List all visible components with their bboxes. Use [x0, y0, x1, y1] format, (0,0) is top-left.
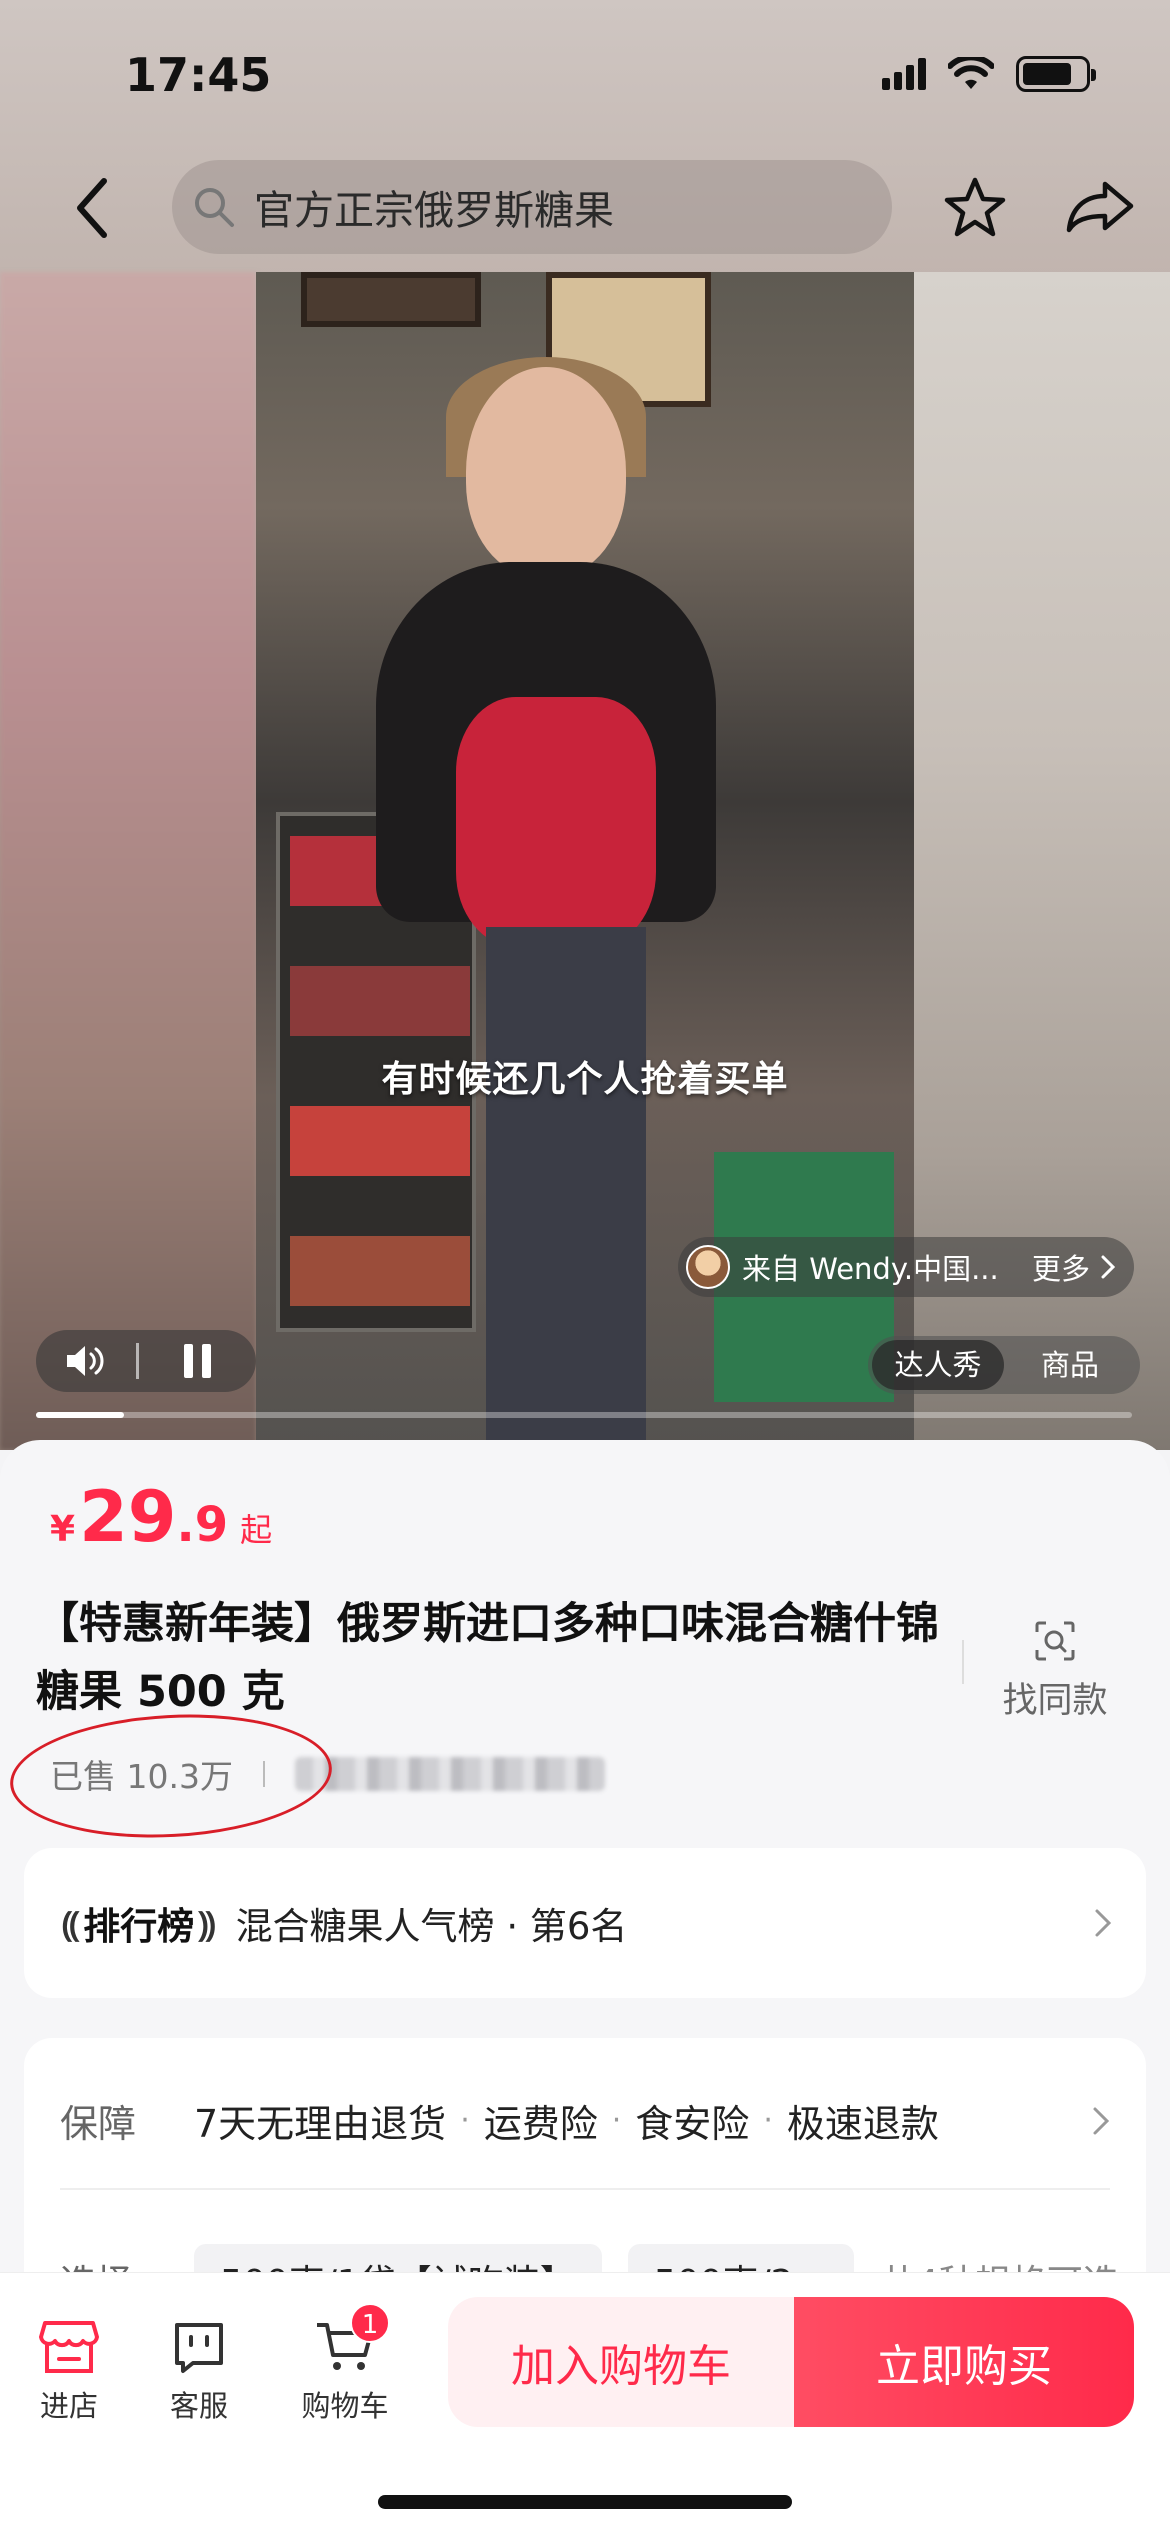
guarantee-item: 极速退款 — [786, 2102, 939, 2146]
store-icon — [39, 2321, 99, 2373]
scan-icon — [1035, 1621, 1075, 1661]
cart-button[interactable]: 1 购物车 — [290, 2303, 400, 2425]
store-button[interactable]: 进店 — [14, 2317, 124, 2425]
star-icon — [944, 177, 1006, 237]
guarantee-item: 运费险 — [483, 2102, 598, 2146]
tab-product[interactable]: 商品 — [1004, 1340, 1136, 1390]
source-creator-chip[interactable]: 来自 Wendy.中国... 更多 — [678, 1237, 1134, 1297]
status-time: 17:45 — [125, 48, 272, 102]
annotation-circle — [7, 1706, 335, 1846]
laurel-left-icon: ⸨ — [62, 1905, 80, 1945]
search-placeholder: 官方正宗俄罗斯糖果 — [254, 188, 614, 234]
redacted-info — [294, 1757, 605, 1791]
product-title: 【特惠新年装】俄罗斯进口多种口味混合糖什锦糖果 500 克 — [36, 1599, 939, 1717]
ranking-card[interactable]: ⸨ 排行榜 ⸩ 混合糖果人气榜 · 第6名 — [24, 1848, 1146, 1998]
media-blur-left — [0, 272, 256, 1450]
source-creator-label: 来自 Wendy.中国... — [742, 1252, 999, 1286]
wifi-icon — [948, 57, 994, 89]
top-nav: 官方正宗俄罗斯糖果 — [0, 155, 1170, 265]
ranking-text: 混合糖果人气榜 · 第6名 — [235, 1905, 628, 1948]
speaker-icon — [67, 1346, 104, 1376]
buy-now-button[interactable]: 立即购买 — [794, 2297, 1134, 2427]
chat-service-icon — [175, 2323, 223, 2373]
video-presenter — [376, 357, 716, 1450]
video-subtitle: 有时候还几个人抢着买单 — [381, 1059, 789, 1100]
chevron-right-icon — [1093, 2107, 1110, 2134]
video-controls — [36, 1330, 256, 1392]
search-input[interactable]: 官方正宗俄罗斯糖果 — [172, 160, 892, 254]
search-icon — [195, 188, 234, 227]
favorite-button[interactable] — [935, 167, 1015, 247]
guarantee-row[interactable]: 保障 7天无理由退货 · 运费险 · 食安险 · 极速退款 — [60, 2093, 1110, 2148]
cellular-signal-icon — [882, 58, 926, 90]
creator-avatar — [686, 1245, 730, 1289]
home-indicator — [378, 2495, 792, 2509]
customer-service-button[interactable]: 客服 — [144, 2317, 254, 2425]
pause-button[interactable] — [139, 1344, 256, 1378]
status-bar: 17:45 — [0, 0, 1170, 150]
media-mode-toggle: 达人秀 商品 — [868, 1336, 1140, 1394]
ranking-badge: ⸨ 排行榜 ⸩ — [58, 1896, 220, 1950]
video-progress-fill — [36, 1412, 124, 1418]
share-button[interactable] — [1055, 167, 1145, 247]
guarantee-item: 食安险 — [635, 2102, 750, 2146]
find-similar-button[interactable]: 找同款 — [990, 1620, 1120, 1723]
cart-count-badge: 1 — [350, 2303, 390, 2343]
share-icon — [1066, 181, 1134, 233]
more-link[interactable]: 更多 — [1032, 1246, 1116, 1288]
guarantee-label: 保障 — [60, 2102, 137, 2146]
service-card: 保障 7天无理由退货 · 运费险 · 食安险 · 极速退款 选择 500克/1袋… — [24, 2038, 1146, 2298]
guarantee-item: 7天无理由退货 — [194, 2102, 447, 2146]
chevron-right-icon — [1101, 1255, 1116, 1279]
tab-influencer-show[interactable]: 达人秀 — [872, 1340, 1004, 1390]
bottom-action-bar: 进店 客服 1 购物车 加入购物车 立即购买 — [0, 2272, 1170, 2532]
video-progress-bar[interactable] — [36, 1412, 1132, 1418]
back-button[interactable] — [62, 173, 122, 243]
chevron-left-icon — [77, 178, 107, 238]
laurel-right-icon: ⸩ — [198, 1905, 216, 1945]
price: ¥ 29 .9 起 — [50, 1476, 273, 1558]
chevron-right-icon — [1095, 1909, 1112, 1937]
battery-icon — [1016, 56, 1096, 92]
add-to-cart-button[interactable]: 加入购物车 — [448, 2297, 794, 2427]
volume-button[interactable] — [36, 1342, 136, 1380]
